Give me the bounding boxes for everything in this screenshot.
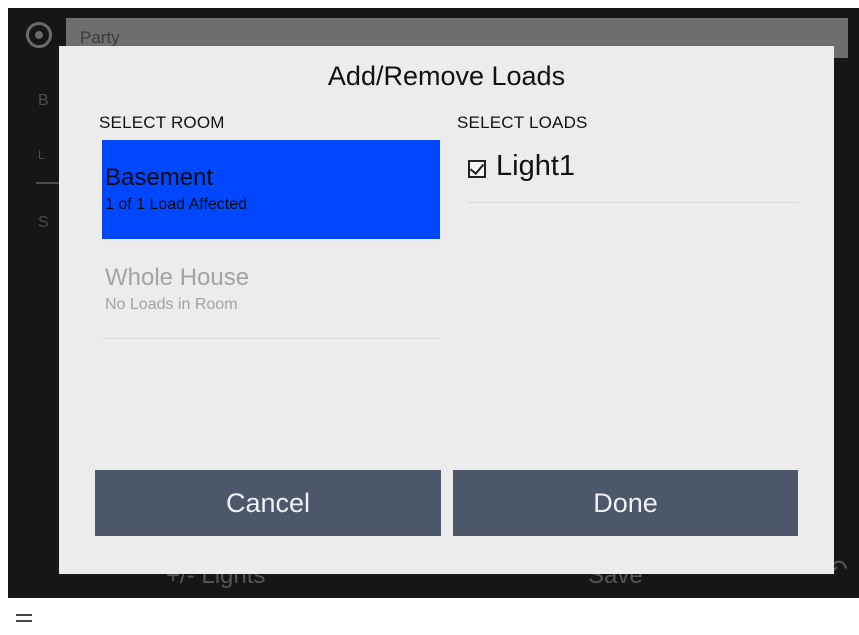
background-side-text: S: [38, 214, 49, 231]
background-side-text: B: [38, 92, 49, 109]
room-name: Whole House: [105, 264, 250, 291]
hamburger-menu-icon[interactable]: [16, 614, 32, 622]
add-remove-loads-dialog: Add/Remove Loads SELECT ROOM SELECT LOAD…: [59, 46, 834, 574]
room-item-whole-house[interactable]: Whole House No Loads in Room: [102, 240, 440, 339]
room-load-count: No Loads in Room: [105, 296, 238, 313]
done-button[interactable]: Done: [453, 470, 798, 536]
load-label: Light1: [496, 150, 576, 182]
load-item-light1[interactable]: Light1: [468, 146, 798, 203]
background-side-text: L: [38, 148, 45, 162]
dialog-title: Add/Remove Loads: [327, 61, 566, 91]
select-room-label: SELECT ROOM: [99, 113, 225, 132]
background-divider: [36, 182, 60, 184]
bottom-bar: [0, 598, 859, 635]
room-name: Basement: [105, 164, 214, 191]
scene-icon[interactable]: [26, 22, 52, 48]
room-item-basement[interactable]: Basement 1 of 1 Load Affected: [102, 140, 440, 239]
cancel-button[interactable]: Cancel: [95, 470, 441, 536]
checkbox-checked-icon[interactable]: [468, 160, 486, 178]
touchscreen: Party B L S +/- Lights Save ↶ Add/Remove…: [8, 8, 859, 598]
select-loads-label: SELECT LOADS: [457, 113, 588, 132]
room-load-count: 1 of 1 Load Affected: [105, 196, 248, 213]
